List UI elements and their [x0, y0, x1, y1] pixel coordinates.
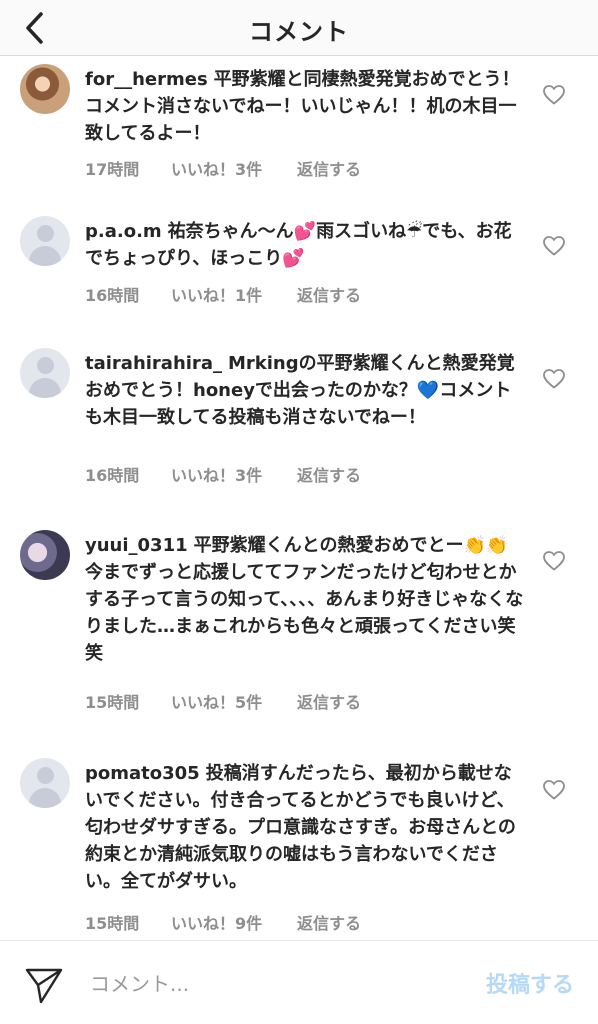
avatar[interactable] [20, 530, 70, 580]
comment-time: 15時間 [85, 693, 140, 712]
comment-input[interactable] [90, 967, 450, 1001]
comment-likes[interactable]: いいね！1件 [171, 282, 297, 306]
comment-meta: 16時間 いいね！1件 返信する [85, 282, 361, 306]
heart-outline-icon[interactable] [542, 234, 566, 258]
reply-button[interactable]: 返信する [297, 689, 361, 713]
comment-likes[interactable]: いいね！3件 [171, 462, 297, 486]
comment-likes[interactable]: いいね！9件 [171, 910, 297, 934]
comment-likes[interactable]: いいね！5件 [171, 689, 297, 713]
comment-list[interactable]: for__hermes 平野紫耀と同棲熱愛発覚おめでとう！コメント消さないでねー！… [0, 56, 598, 940]
comment-username[interactable]: for__hermes [85, 69, 208, 90]
avatar[interactable] [20, 64, 70, 114]
heart-outline-icon[interactable] [542, 367, 566, 391]
comment-body: for__hermes 平野紫耀と同棲熱愛発覚おめでとう！コメント消さないでねー！… [85, 66, 525, 147]
avatar[interactable] [20, 758, 70, 808]
comment-body: pomato305 投稿消すんだったら、最初から載せないでください。付き合ってると… [85, 760, 525, 895]
comment-body: tairahirahira_ Mrkingの平野紫耀くんと熱愛発覚おめでとう！ho… [85, 350, 525, 431]
comment-likes[interactable]: いいね！3件 [171, 156, 297, 180]
reply-button[interactable]: 返信する [297, 282, 361, 306]
heart-outline-icon[interactable] [542, 549, 566, 573]
comment-time: 17時間 [85, 160, 140, 179]
reply-button[interactable]: 返信する [297, 910, 361, 934]
comment-meta: 17時間 いいね！3件 返信する [85, 156, 361, 180]
comment-time: 16時間 [85, 286, 140, 305]
heart-outline-icon[interactable] [542, 83, 566, 107]
comment-body: p.a.o.m 祐奈ちゃん〜ん💕雨スゴいね☔でも、お花でちょっぴり、ほっこり💕 [85, 218, 525, 272]
comment-time: 15時間 [85, 914, 140, 933]
avatar[interactable] [20, 216, 70, 266]
paper-plane-icon[interactable] [24, 965, 64, 1005]
comment-meta: 15時間 いいね！9件 返信する [85, 910, 361, 934]
comment-composer: 投稿する [0, 940, 598, 1024]
avatar[interactable] [20, 348, 70, 398]
comment-username[interactable]: tairahirahira_ [85, 353, 222, 374]
reply-button[interactable]: 返信する [297, 156, 361, 180]
comment-time: 16時間 [85, 466, 140, 485]
post-button[interactable]: 投稿する [486, 967, 574, 999]
header-bar: コメント [0, 0, 598, 56]
comment-username[interactable]: p.a.o.m [85, 221, 162, 242]
reply-button[interactable]: 返信する [297, 462, 361, 486]
comment-username[interactable]: yuui_0311 [85, 535, 188, 556]
comment-body: yuui_0311 平野紫耀くんとの熱愛おめでとー👏👏今までずっと応援しててファン… [85, 532, 525, 667]
comment-username[interactable]: pomato305 [85, 763, 200, 784]
comment-meta: 16時間 いいね！3件 返信する [85, 462, 361, 486]
page-title: コメント [249, 18, 349, 46]
heart-outline-icon[interactable] [542, 778, 566, 802]
comment-meta: 15時間 いいね！5件 返信する [85, 689, 361, 713]
